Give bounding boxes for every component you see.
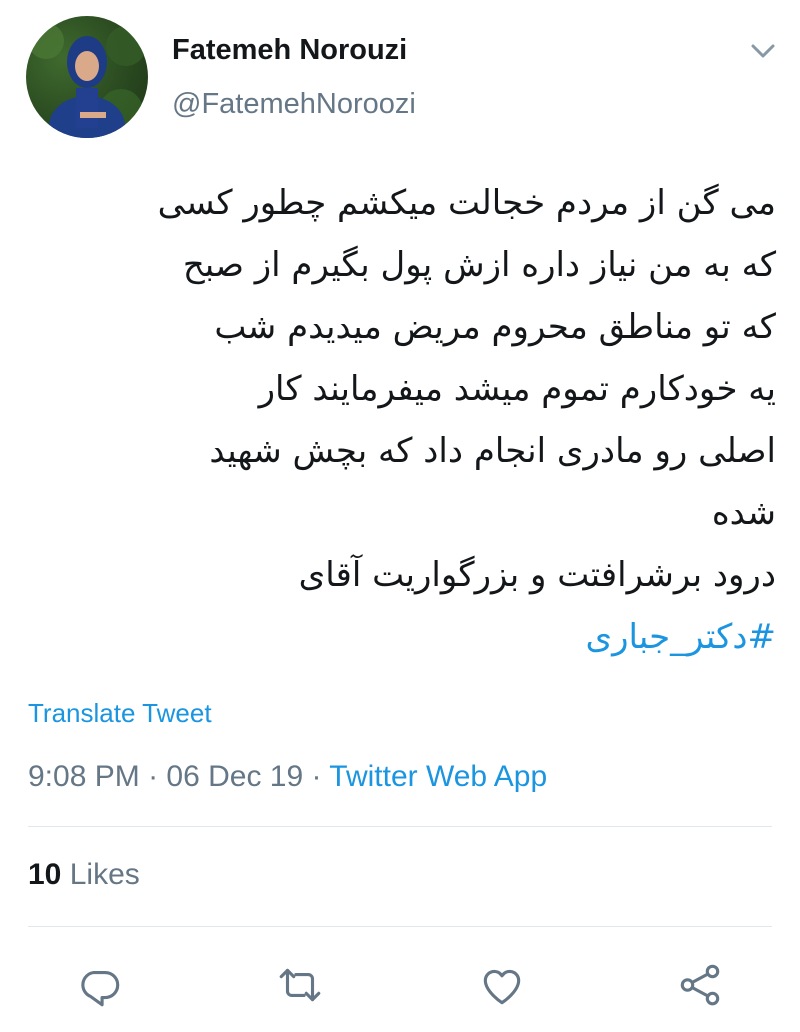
likes-label: Likes xyxy=(69,858,140,891)
heart-icon[interactable] xyxy=(477,960,527,1010)
meta-separator: · xyxy=(303,760,330,793)
tweet-line: اصلی رو مادری انجام داد که بچش شهید xyxy=(209,431,776,471)
hashtag-link[interactable]: #دکتر_جباری xyxy=(30,606,776,668)
tweet-date: 06 Dec 19 xyxy=(166,760,304,793)
tweet-meta: 9:08 PM · 06 Dec 19 · Twitter Web App xyxy=(28,760,547,794)
tweet-line: می گن از مردم خجالت میکشم چطور کسی xyxy=(157,183,776,223)
avatar[interactable] xyxy=(26,16,148,138)
meta-separator: · xyxy=(139,760,167,793)
divider xyxy=(28,826,772,827)
tweet-line: یه خودکارم تموم میشد میفرمایند کار xyxy=(258,369,776,409)
tweet-text: می گن از مردم خجالت میکشم چطور کسی که به… xyxy=(30,172,776,668)
reply-icon[interactable] xyxy=(75,960,125,1010)
likes-count: 10 xyxy=(28,858,62,891)
retweet-icon[interactable] xyxy=(275,960,325,1010)
tweet-line: درود برشرافتت و بزرگواریت آقای xyxy=(298,555,776,595)
share-icon[interactable] xyxy=(675,960,725,1010)
action-bar xyxy=(0,950,800,1020)
author-name[interactable]: Fatemeh Norouzi xyxy=(172,34,407,67)
tweet-line: که به من نیاز داره ازش پول بگیرم از صبح xyxy=(182,245,776,285)
divider xyxy=(28,926,772,927)
translate-tweet-link[interactable]: Translate Tweet xyxy=(28,698,212,729)
chevron-down-icon[interactable] xyxy=(746,36,780,66)
tweet-line: شده xyxy=(711,493,776,533)
tweet-source-link[interactable]: Twitter Web App xyxy=(329,760,547,793)
tweet-time: 9:08 PM xyxy=(28,760,140,793)
tweet-line: که تو مناطق محروم مریض میدیدم شب xyxy=(214,307,776,347)
likes-stat[interactable]: 10 Likes xyxy=(28,858,140,892)
author-handle[interactable]: @FatemehNoroozi xyxy=(172,88,416,121)
